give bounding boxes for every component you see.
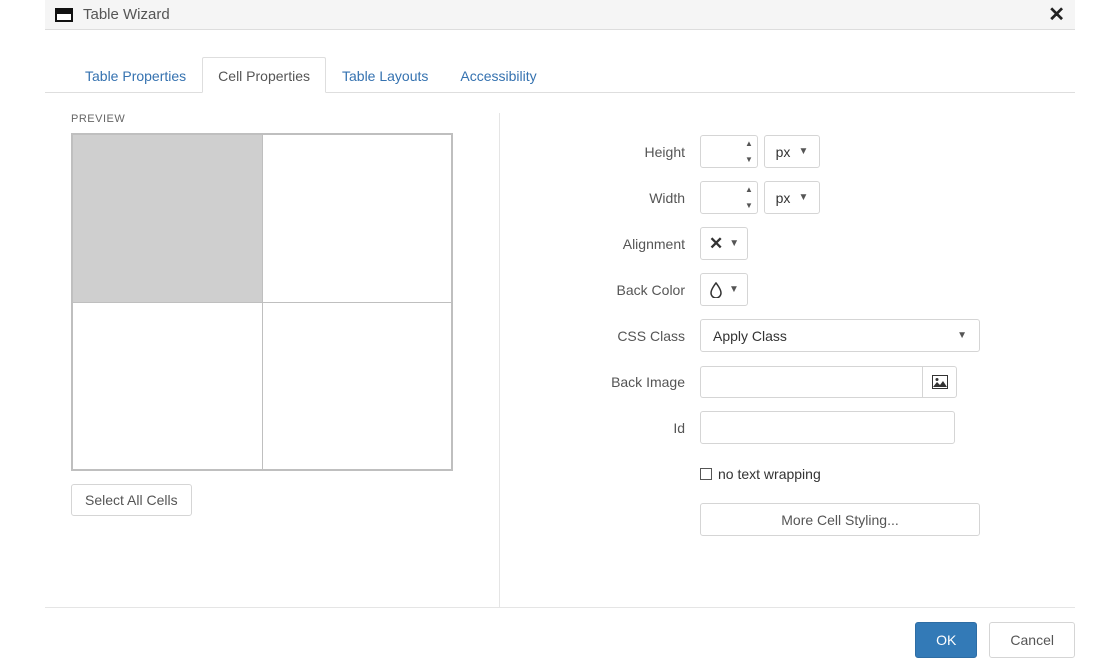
select-all-cells-button[interactable]: Select All Cells xyxy=(71,484,192,516)
row-alignment: Alignment ✕ ▼ xyxy=(525,227,1060,260)
titlebar: Table Wizard ✕ xyxy=(45,0,1075,30)
tab-table-layouts[interactable]: Table Layouts xyxy=(326,57,444,93)
row-backcolor: Back Color ▼ xyxy=(525,273,1060,306)
alignment-label: Alignment xyxy=(525,236,700,252)
id-input[interactable] xyxy=(700,411,955,444)
properties-pane: Height ▲ ▼ px ▼ Width xyxy=(500,113,1075,607)
width-value[interactable] xyxy=(701,182,741,213)
cancel-button[interactable]: Cancel xyxy=(989,622,1075,658)
more-cell-styling-button[interactable]: More Cell Styling... xyxy=(700,503,980,536)
preview-grid xyxy=(71,133,453,471)
preview-cell[interactable] xyxy=(72,134,262,302)
height-label: Height xyxy=(525,144,700,160)
tab-row: Table Properties Cell Properties Table L… xyxy=(45,56,1075,93)
ok-button[interactable]: OK xyxy=(915,622,977,658)
chevron-down-icon: ▼ xyxy=(957,330,967,341)
preview-pane: PREVIEW Select All Cells xyxy=(45,113,500,607)
cssclass-select[interactable]: Apply Class ▼ xyxy=(700,319,980,352)
height-unit-select[interactable]: px ▼ xyxy=(764,135,820,168)
width-unit-value: px xyxy=(776,190,791,206)
preview-cell[interactable] xyxy=(262,134,452,302)
tab-accessibility[interactable]: Accessibility xyxy=(444,57,552,93)
preview-cell[interactable] xyxy=(262,302,452,470)
row-backimage: Back Image xyxy=(525,365,1060,398)
width-input[interactable]: ▲ ▼ xyxy=(700,181,758,214)
titlebar-title: Table Wizard xyxy=(83,6,170,23)
preview-label: PREVIEW xyxy=(71,113,459,125)
chevron-down-icon: ▼ xyxy=(729,238,739,249)
nowrap-checkbox[interactable] xyxy=(700,468,712,480)
height-unit-value: px xyxy=(776,144,791,160)
chevron-down-icon: ▼ xyxy=(729,284,739,295)
dialog-footer: OK Cancel xyxy=(45,622,1075,658)
chevron-down-icon: ▼ xyxy=(798,146,808,157)
cssclass-value: Apply Class xyxy=(713,328,957,344)
alignment-select[interactable]: ✕ ▼ xyxy=(700,227,748,260)
tab-cell-properties[interactable]: Cell Properties xyxy=(202,57,326,93)
row-morestyling: More Cell Styling... xyxy=(525,503,1060,536)
width-unit-select[interactable]: px ▼ xyxy=(764,181,820,214)
id-label: Id xyxy=(525,420,700,436)
cssclass-label: CSS Class xyxy=(525,328,700,344)
backimage-browse-button[interactable] xyxy=(922,366,957,398)
backimage-input[interactable] xyxy=(700,366,922,398)
content-area: PREVIEW Select All Cells Height xyxy=(45,113,1075,608)
backimage-label: Back Image xyxy=(525,374,700,390)
row-width: Width ▲ ▼ px ▼ xyxy=(525,181,1060,214)
close-icon[interactable]: ✕ xyxy=(1048,5,1065,25)
width-label: Width xyxy=(525,190,700,206)
tab-table-properties[interactable]: Table Properties xyxy=(69,57,202,93)
height-step-down[interactable]: ▼ xyxy=(741,152,757,168)
backcolor-label: Back Color xyxy=(525,282,700,298)
height-step-up[interactable]: ▲ xyxy=(741,136,757,152)
row-nowrap: no text wrapping xyxy=(525,457,1060,490)
backcolor-picker[interactable]: ▼ xyxy=(700,273,748,306)
width-step-up[interactable]: ▲ xyxy=(741,182,757,198)
image-icon xyxy=(932,375,948,389)
preview-cell[interactable] xyxy=(72,302,262,470)
row-cssclass: CSS Class Apply Class ▼ xyxy=(525,319,1060,352)
table-wizard-dialog: Table Wizard ✕ Table Properties Cell Pro… xyxy=(0,0,1120,668)
height-input[interactable]: ▲ ▼ xyxy=(700,135,758,168)
nowrap-label: no text wrapping xyxy=(718,466,821,482)
row-height: Height ▲ ▼ px ▼ xyxy=(525,135,1060,168)
chevron-down-icon: ▼ xyxy=(798,192,808,203)
x-icon: ✕ xyxy=(709,234,723,254)
droplet-icon xyxy=(709,282,723,298)
window-icon xyxy=(55,8,73,22)
height-value[interactable] xyxy=(701,136,741,167)
width-step-down[interactable]: ▼ xyxy=(741,198,757,214)
row-id: Id xyxy=(525,411,1060,444)
